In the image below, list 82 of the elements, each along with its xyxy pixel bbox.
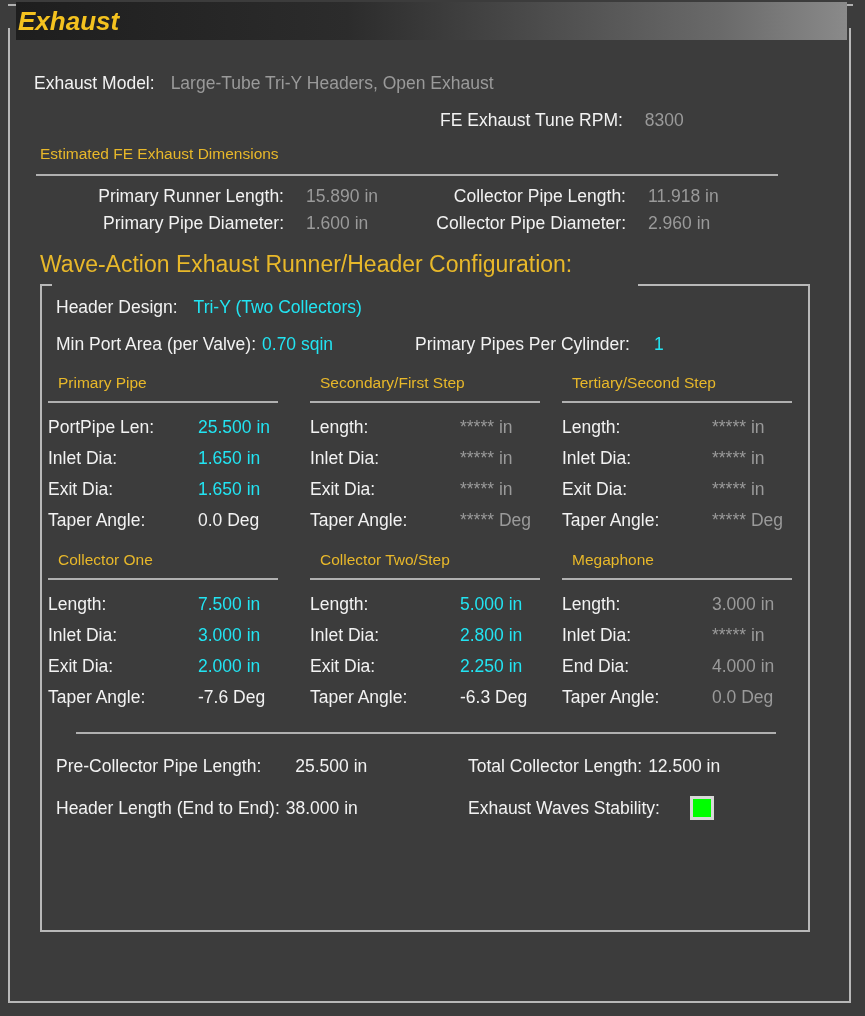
field-label: Exit Dia:	[310, 656, 377, 677]
field-value[interactable]: 7.500 in	[198, 594, 310, 615]
field-label: Taper Angle:	[48, 687, 147, 708]
section-title: Collector Two/Step	[320, 551, 450, 568]
field-value: 0.0 Deg	[712, 687, 775, 708]
field-value: 38.000 in	[285, 797, 358, 819]
field-label: Length:	[562, 417, 622, 438]
field-value[interactable]: 1.650 in	[198, 448, 310, 469]
field-label: Length:	[310, 594, 370, 615]
field-label: Min Port Area (per Valve):	[56, 333, 257, 355]
field-value[interactable]: 3.000 in	[198, 625, 310, 646]
field-value: ***** Deg	[712, 510, 785, 531]
field-label: Inlet Dia:	[562, 448, 633, 469]
field-value: 11.918 in	[648, 186, 720, 207]
section-title: Primary Pipe	[58, 374, 147, 391]
field-label: Taper Angle:	[310, 510, 409, 531]
field-label: Pre-Collector Pipe Length:	[56, 755, 262, 777]
field-label: Inlet Dia:	[48, 625, 119, 646]
field-label: Length:	[562, 594, 622, 615]
field-label: Length:	[48, 594, 108, 615]
field-value: ***** in	[460, 448, 514, 469]
field-value: ***** in	[712, 417, 766, 438]
field-value[interactable]: 2.000 in	[198, 656, 310, 677]
field-value[interactable]: 1	[654, 333, 664, 355]
field-label: Exit Dia:	[48, 656, 115, 677]
field-value: ***** in	[460, 417, 514, 438]
field-value: -7.6 Deg	[198, 687, 267, 708]
field-label: Inlet Dia:	[48, 448, 119, 469]
field-value: 2.960 in	[648, 213, 712, 234]
field-value: 0.0 Deg	[198, 510, 261, 531]
field-value: Large-Tube Tri-Y Headers, Open Exhaust	[170, 72, 494, 94]
field-value[interactable]: 0.70 sqin	[262, 333, 334, 355]
field-label: Taper Angle:	[562, 687, 661, 708]
field-value: 8300	[644, 109, 684, 131]
field-value: 25.500 in	[295, 755, 368, 777]
field-label: Header Length (End to End):	[56, 797, 280, 819]
panel-title: Exhaust	[18, 5, 120, 37]
field-label: Length:	[310, 417, 370, 438]
field-value[interactable]: 1.650 in	[198, 479, 310, 500]
field-value: 4.000 in	[712, 656, 776, 677]
field-label: Primary Runner Length:	[97, 186, 284, 207]
section-title: Wave-Action Exhaust Runner/Header Configuration:	[40, 250, 573, 278]
field-value[interactable]: 5.000 in	[460, 594, 562, 615]
section-title: Estimated FE Exhaust Dimensions	[40, 145, 279, 163]
section-title: Tertiary/Second Step	[572, 374, 716, 391]
field-label: End Dia:	[562, 656, 631, 677]
field-label: Collector Pipe Diameter:	[435, 213, 626, 234]
field-value: ***** in	[460, 479, 514, 500]
field-value[interactable]: Tri-Y (Two Collectors)	[193, 296, 362, 318]
field-value: 15.890 in	[306, 186, 379, 207]
field-label: Collector Pipe Length:	[452, 186, 626, 207]
section-title: Collector One	[58, 551, 153, 568]
field-value: ***** Deg	[460, 510, 533, 531]
field-label: Header Design:	[56, 296, 178, 318]
field-label: FE Exhaust Tune RPM:	[440, 109, 623, 131]
field-value: 3.000 in	[712, 594, 776, 615]
field-value[interactable]: 2.800 in	[460, 625, 562, 646]
field-label: Taper Angle:	[310, 687, 409, 708]
field-label: Exhaust Model:	[34, 72, 155, 94]
field-label: Exit Dia:	[562, 479, 629, 500]
field-label: Exit Dia:	[48, 479, 115, 500]
field-label: Inlet Dia:	[562, 625, 633, 646]
field-value: ***** in	[712, 625, 766, 646]
field-label: Primary Pipe Diameter:	[102, 213, 284, 234]
field-label: Inlet Dia:	[310, 448, 381, 469]
field-value: 12.500 in	[648, 755, 721, 777]
field-value[interactable]: 25.500 in	[198, 417, 310, 438]
field-value: ***** in	[712, 448, 766, 469]
field-label: Total Collector Length:	[468, 755, 643, 777]
section-title: Megaphone	[572, 551, 654, 568]
field-label: Taper Angle:	[562, 510, 661, 531]
field-label: Exhaust Waves Stability:	[468, 797, 660, 819]
field-value: -6.3 Deg	[460, 687, 529, 708]
field-value: ***** in	[712, 479, 766, 500]
field-label: PortPipe Len:	[48, 417, 156, 438]
field-label: Exit Dia:	[310, 479, 377, 500]
field-label: Inlet Dia:	[310, 625, 381, 646]
section-title: Secondary/First Step	[320, 374, 465, 391]
field-label: Primary Pipes Per Cylinder:	[415, 333, 630, 355]
field-label: Taper Angle:	[48, 510, 147, 531]
field-value[interactable]: 2.250 in	[460, 656, 562, 677]
field-value: 1.600 in	[306, 213, 370, 234]
